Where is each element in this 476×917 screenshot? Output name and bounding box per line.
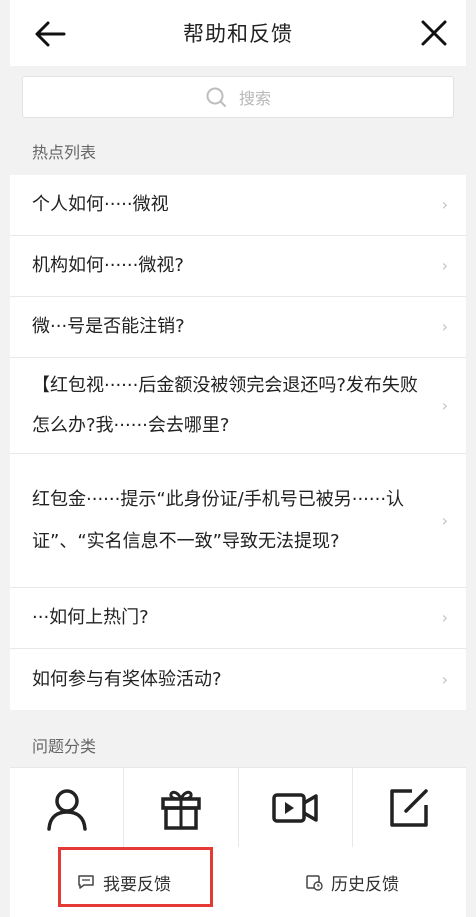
header: 帮助和反馈 <box>10 0 466 66</box>
list-item-label: 【红包视······后金额没被领完会退还吗?发布失败怎么办?我······会去哪… <box>32 374 418 436</box>
list-item[interactable]: 红包金······提示“此身份证/手机号已被另······认证”、“实名信息不一… <box>10 454 466 588</box>
list-item[interactable]: 如何参与有奖体验活动? › <box>10 649 466 710</box>
history-icon <box>306 875 323 891</box>
search-icon <box>206 87 226 107</box>
search-input[interactable]: 搜索 <box>22 76 454 118</box>
back-arrow-icon[interactable] <box>32 16 68 52</box>
chevron-right-icon: › <box>441 669 448 689</box>
chevron-right-icon: › <box>441 510 448 530</box>
category-edit[interactable] <box>353 768 466 847</box>
list-item[interactable]: ···如何上热门? › <box>10 588 466 649</box>
category-account[interactable] <box>10 768 125 847</box>
chevron-right-icon: › <box>441 256 448 275</box>
help-feedback-page: 帮助和反馈 搜索 热点列表 个人如何·····微视 › 机构如何······微视… <box>10 0 466 917</box>
chevron-right-icon: › <box>441 395 448 415</box>
my-feedback-label: 我要反馈 <box>103 874 171 895</box>
edit-icon <box>390 788 429 827</box>
list-item-label: 机构如何······微视? <box>32 255 184 276</box>
list-item[interactable]: 机构如何······微视? › <box>10 236 466 297</box>
chevron-right-icon: › <box>441 195 448 214</box>
user-icon <box>46 788 87 831</box>
list-item[interactable]: 个人如何·····微视 › <box>10 175 466 236</box>
search-placeholder: 搜索 <box>238 89 271 108</box>
comment-icon <box>78 875 94 889</box>
chevron-right-icon: › <box>441 317 448 336</box>
history-feedback-label: 历史反馈 <box>331 874 399 895</box>
bottom-bar: 我要反馈 历史反馈 <box>10 847 466 917</box>
list-item-label: 个人如何·····微视 <box>32 194 169 215</box>
list-item[interactable]: 【红包视······后金额没被领完会退还吗?发布失败怎么办?我······会去哪… <box>10 358 466 454</box>
search-bar: 搜索 <box>10 66 466 128</box>
chevron-right-icon: › <box>441 608 448 627</box>
category-redpacket[interactable] <box>124 768 239 847</box>
list-item[interactable]: 微···号是否能注销? › <box>10 297 466 358</box>
page-title: 帮助和反馈 <box>183 22 293 46</box>
video-camera-icon <box>272 792 318 823</box>
my-feedback-button[interactable]: 我要反馈 <box>10 847 238 917</box>
list-item-label: ···如何上热门? <box>32 607 149 628</box>
list-item-label: 如何参与有奖体验活动? <box>32 668 222 690</box>
hot-list-title: 热点列表 <box>32 143 97 162</box>
history-feedback-button[interactable]: 历史反馈 <box>238 847 466 917</box>
category-grid <box>10 767 466 847</box>
category-title: 问题分类 <box>32 737 97 756</box>
hot-list: 个人如何·····微视 › 机构如何······微视? › 微···号是否能注销… <box>10 175 466 710</box>
category-video[interactable] <box>239 768 353 847</box>
close-icon[interactable] <box>416 15 452 51</box>
list-item-label: 红包金······提示“此身份证/手机号已被另······认证”、“实名信息不一… <box>32 488 405 552</box>
gift-icon <box>161 790 201 830</box>
list-item-label: 微···号是否能注销? <box>32 316 185 337</box>
